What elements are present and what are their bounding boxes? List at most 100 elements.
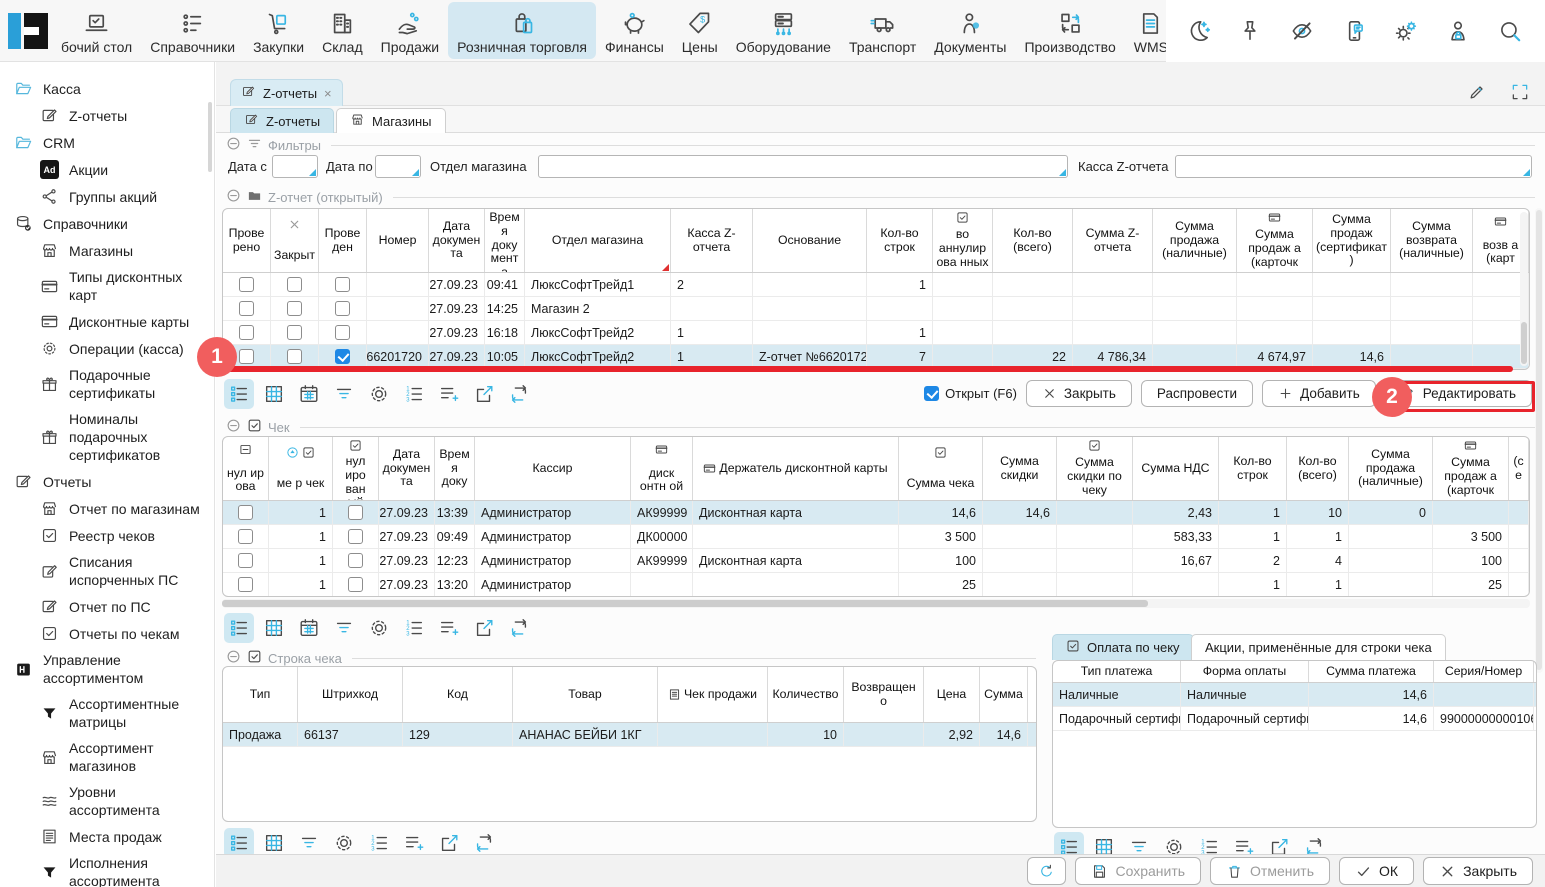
row-checkbox[interactable]: [239, 325, 254, 340]
row-checkbox[interactable]: [238, 577, 253, 592]
column-header[interactable]: Сумма продажа (наличные): [1349, 437, 1433, 500]
column-header[interactable]: Возвращен о: [844, 667, 924, 722]
cell[interactable]: Администратор: [475, 525, 631, 548]
menu-item-6[interactable]: Финансы: [596, 2, 673, 59]
cell[interactable]: [367, 297, 429, 320]
table-row[interactable]: 127.09.2313:20Администратор251125: [223, 573, 1529, 597]
cell[interactable]: [1391, 297, 1473, 320]
cell[interactable]: 3 500: [1433, 525, 1509, 548]
cell[interactable]: 14,6: [980, 723, 1028, 746]
cell[interactable]: 27.09.23: [429, 345, 485, 368]
cell[interactable]: 1: [1287, 525, 1349, 548]
cell[interactable]: [1153, 321, 1237, 344]
cell[interactable]: 1: [269, 501, 333, 524]
cell[interactable]: 16,67: [1133, 549, 1219, 572]
cell[interactable]: [933, 321, 993, 344]
sidebar-item-21[interactable]: Уровни ассортимента: [0, 779, 214, 823]
menu-item-1[interactable]: Справочники: [141, 2, 244, 59]
cell[interactable]: 09:41: [485, 273, 525, 296]
date-to-input[interactable]: [375, 155, 421, 178]
cell[interactable]: [333, 573, 379, 596]
cell[interactable]: Дисконтная карта: [693, 501, 899, 524]
column-header[interactable]: Кол-во (всего): [1287, 437, 1349, 500]
column-header[interactable]: Время документа: [485, 209, 525, 272]
cell[interactable]: 1: [1287, 573, 1349, 596]
sidebar-item-1[interactable]: Z-отчеты: [0, 102, 214, 129]
pin-icon[interactable]: [1236, 18, 1263, 45]
cell[interactable]: [993, 273, 1073, 296]
cell[interactable]: [983, 525, 1057, 548]
cell[interactable]: 2,92: [924, 723, 980, 746]
cell[interactable]: [933, 297, 993, 320]
hide-eye-icon[interactable]: [1288, 18, 1315, 45]
cell[interactable]: 7: [867, 345, 933, 368]
column-header[interactable]: Форма оплаты: [1181, 661, 1309, 682]
column-header[interactable]: Сумма продажа (наличные): [1153, 209, 1237, 272]
edit-mode-button[interactable]: [1463, 78, 1490, 105]
cell[interactable]: [658, 723, 768, 746]
table-row[interactable]: Подарочный сертификатПодарочный сертифик…: [1053, 707, 1536, 731]
cell[interactable]: 14,6: [899, 501, 983, 524]
column-header[interactable]: Сумма продаж а (карточк: [1237, 209, 1313, 272]
menu-item-2[interactable]: Закупки: [244, 2, 313, 59]
loop-toolbar-icon[interactable]: [504, 613, 534, 643]
cell[interactable]: 1: [671, 321, 753, 344]
cell[interactable]: [867, 297, 933, 320]
column-header[interactable]: Сумма продаж (сертификат): [1313, 209, 1391, 272]
row-checkbox[interactable]: [348, 505, 363, 520]
cell[interactable]: [1391, 273, 1473, 296]
column-header[interactable]: Сумма чека: [899, 437, 983, 500]
close-button[interactable]: Закрыть: [1423, 857, 1533, 885]
column-header[interactable]: Цена: [924, 667, 980, 722]
main-scrollbar[interactable]: [1535, 208, 1543, 673]
cell[interactable]: [1313, 297, 1391, 320]
refresh-button[interactable]: [1027, 857, 1066, 885]
cell[interactable]: АК99999: [631, 549, 693, 572]
column-header[interactable]: ме р чек: [269, 437, 333, 500]
column-header[interactable]: Сумма скидки по чеку: [1057, 437, 1133, 500]
feedback-phone-icon[interactable]: [1340, 18, 1367, 45]
gear2-toolbar-icon[interactable]: [364, 379, 394, 409]
cell[interactable]: [1349, 525, 1433, 548]
column-header[interactable]: Серия/Номер: [1434, 661, 1534, 682]
close-zreport-button[interactable]: Закрыть: [1026, 380, 1132, 407]
cell[interactable]: [271, 273, 319, 296]
column-header[interactable]: диск онтн ой: [631, 437, 693, 500]
column-header[interactable]: Дата документа: [429, 209, 485, 272]
sidebar-item-18[interactable]: Управление ассортиментом: [0, 647, 214, 691]
column-header[interactable]: Сумма скидки: [983, 437, 1057, 500]
cell[interactable]: [1434, 683, 1534, 706]
cell[interactable]: Администратор: [475, 501, 631, 524]
cell[interactable]: [933, 273, 993, 296]
cell[interactable]: 13:20: [435, 573, 475, 596]
menu-item-7[interactable]: $Цены: [673, 2, 727, 59]
sidebar-item-11[interactable]: Номиналы подарочных сертификатов: [0, 406, 214, 468]
sidebar-item-22[interactable]: Места продаж: [0, 823, 214, 850]
column-header[interactable]: Отдел магазина: [525, 209, 671, 272]
grid-toolbar-icon[interactable]: [259, 613, 289, 643]
cell[interactable]: [1509, 549, 1529, 572]
cell[interactable]: [319, 297, 367, 320]
column-header[interactable]: Чек продажи: [658, 667, 768, 722]
cell[interactable]: ДК00000: [631, 525, 693, 548]
addlist-toolbar-icon[interactable]: [434, 613, 464, 643]
table-row[interactable]: 27.09.2314:25Магазин 2: [223, 297, 1529, 321]
cell[interactable]: [1153, 273, 1237, 296]
cell[interactable]: Подарочный сертификат: [1053, 707, 1181, 730]
sidebar-item-0[interactable]: Касса: [0, 75, 214, 102]
column-header[interactable]: Сумма возврата (наличные): [1391, 209, 1473, 272]
table-row[interactable]: 127.09.2309:49АдминистраторДК000003 5005…: [223, 525, 1529, 549]
cell[interactable]: [753, 321, 867, 344]
cell[interactable]: [1057, 573, 1133, 596]
cell[interactable]: [1509, 525, 1529, 548]
row-checkbox[interactable]: [287, 301, 302, 316]
cell[interactable]: [319, 321, 367, 344]
cell[interactable]: 10: [768, 723, 844, 746]
cell[interactable]: ЛюксСофтТрейд2: [525, 345, 671, 368]
sidebar-item-16[interactable]: Отчет по ПС: [0, 593, 214, 620]
cell[interactable]: [333, 525, 379, 548]
row-checkbox[interactable]: [348, 553, 363, 568]
menu-item-8[interactable]: Оборудование: [727, 2, 840, 59]
cell[interactable]: [367, 321, 429, 344]
cell[interactable]: [693, 573, 899, 596]
